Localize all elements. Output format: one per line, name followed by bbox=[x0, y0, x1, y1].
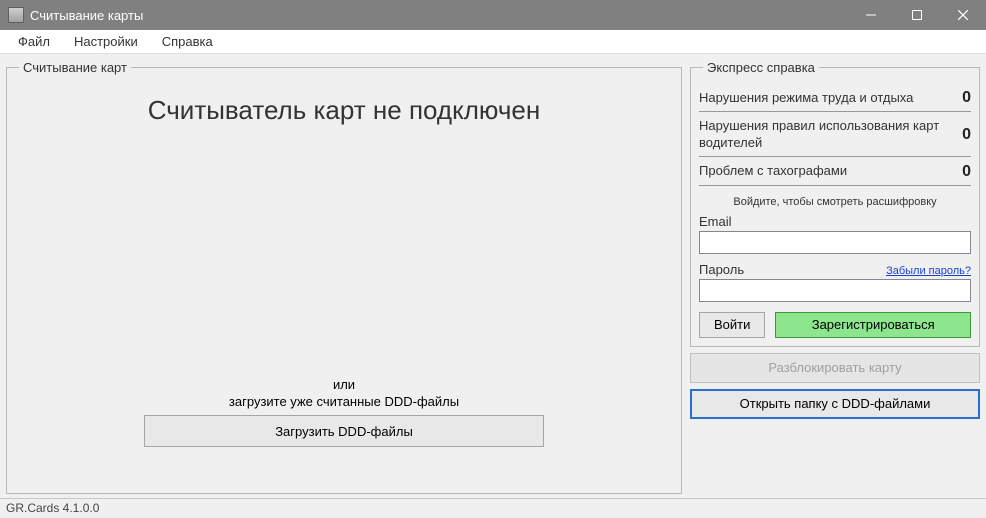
stat-row: Нарушения правил использования карт води… bbox=[699, 112, 971, 157]
minimize-button[interactable] bbox=[848, 0, 894, 30]
open-ddd-folder-button[interactable]: Открыть папку с DDD-файлами bbox=[690, 389, 980, 419]
maximize-button[interactable] bbox=[894, 0, 940, 30]
stat-row: Нарушения режима труда и отдыха 0 bbox=[699, 83, 971, 112]
menubar: Файл Настройки Справка bbox=[0, 30, 986, 54]
reader-status-message: Считыватель карт не подключен bbox=[148, 95, 540, 126]
menu-file[interactable]: Файл bbox=[8, 32, 60, 51]
password-field[interactable] bbox=[699, 279, 971, 302]
unlock-card-button: Разблокировать карту bbox=[690, 353, 980, 383]
express-help-panel: Экспресс справка Нарушения режима труда … bbox=[690, 60, 980, 347]
stat-label: Нарушения правил использования карт води… bbox=[699, 118, 954, 152]
stat-label: Нарушения режима труда и отдыха bbox=[699, 90, 954, 107]
card-reading-legend: Считывание карт bbox=[19, 60, 131, 75]
forgot-password-link[interactable]: Забыли пароль? bbox=[886, 265, 971, 277]
menu-help[interactable]: Справка bbox=[152, 32, 223, 51]
titlebar: Считывание карты bbox=[0, 0, 986, 30]
express-help-legend: Экспресс справка bbox=[703, 60, 819, 75]
stat-value: 0 bbox=[954, 89, 971, 107]
content-area: Считывание карт Считыватель карт не подк… bbox=[0, 54, 986, 498]
app-icon bbox=[8, 7, 24, 23]
menu-settings[interactable]: Настройки bbox=[64, 32, 148, 51]
stat-value: 0 bbox=[954, 163, 971, 181]
or-label: или bbox=[333, 377, 355, 392]
login-hint: Войдите, чтобы смотреть расшифровку bbox=[699, 196, 971, 208]
stat-value: 0 bbox=[954, 126, 971, 144]
card-reading-panel: Считывание карт Считыватель карт не подк… bbox=[6, 60, 682, 494]
email-field[interactable] bbox=[699, 231, 971, 254]
window-controls bbox=[848, 0, 986, 30]
right-column: Экспресс справка Нарушения режима труда … bbox=[690, 60, 980, 494]
window-title: Считывание карты bbox=[30, 8, 848, 23]
login-button[interactable]: Войти bbox=[699, 312, 765, 338]
close-button[interactable] bbox=[940, 0, 986, 30]
statusbar: GR.Cards 4.1.0.0 bbox=[0, 498, 986, 518]
stat-row: Проблем с тахографами 0 bbox=[699, 157, 971, 186]
email-label: Email bbox=[699, 214, 971, 229]
password-label: Пароль bbox=[699, 262, 744, 277]
load-ddd-button[interactable]: Загрузить DDD-файлы bbox=[144, 415, 544, 447]
load-hint: загрузите уже считанные DDD-файлы bbox=[229, 394, 459, 409]
stat-label: Проблем с тахографами bbox=[699, 163, 954, 180]
register-button[interactable]: Зарегистрироваться bbox=[775, 312, 971, 338]
status-text: GR.Cards 4.1.0.0 bbox=[6, 501, 99, 515]
